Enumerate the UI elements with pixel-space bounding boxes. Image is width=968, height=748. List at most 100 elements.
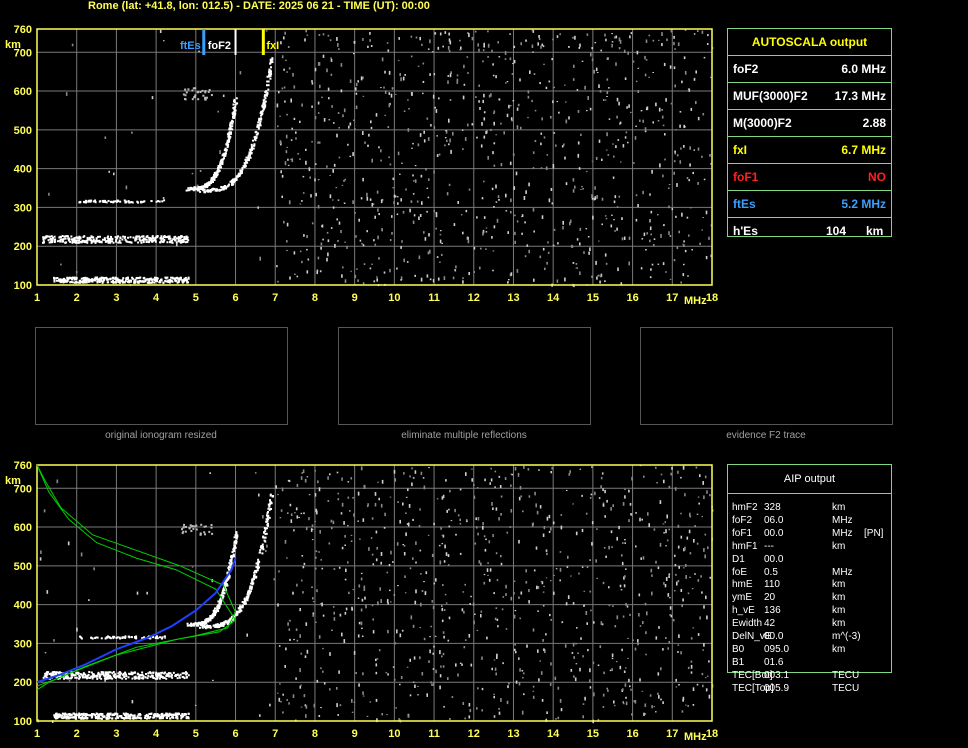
ftEs-marker-label: ftEs xyxy=(180,40,201,52)
x-tick-label: 1 xyxy=(34,292,40,304)
aip-row-tec-bot-: TEC[Bot] 003.1 TECU xyxy=(732,670,890,682)
x-tick-label: 4 xyxy=(153,292,160,304)
x-tick-label: 11 xyxy=(428,292,440,304)
autoscala-value: 6.0 MHz xyxy=(841,62,886,76)
y-tick-label: 400 xyxy=(14,600,32,612)
y-unit-label: km xyxy=(5,39,21,51)
x-tick-label: 11 xyxy=(428,728,440,740)
x-tick-label: 13 xyxy=(507,728,519,740)
autoscala-label: MUF(3000)F2 xyxy=(733,89,808,103)
ionogram-top: 1 2 3 4 5 6 7 8 9 10 11 12 13 14 15 16 17 18MHz1002003004… xyxy=(5,24,718,307)
aip-row-tec-top-: TEC[Top] 005.9 TECU xyxy=(732,683,890,695)
autoscala-value: 17.3 MHz xyxy=(834,89,886,103)
aip-row-hmf1: hmF1 --- km xyxy=(732,541,890,553)
y-tick-label: 600 xyxy=(14,86,32,98)
x-tick-label: 5 xyxy=(193,728,199,740)
fxI-marker-label: fxI xyxy=(266,40,279,52)
y-tick-label: 500 xyxy=(14,561,32,573)
caption-f2-trace: evidence F2 trace xyxy=(726,430,806,441)
aip-label: B1 xyxy=(732,656,745,668)
aip-value: 01.6 xyxy=(764,656,784,668)
autoscala-row-fxi: fxI 6.7 MHz xyxy=(728,137,891,164)
aip-row-ewidth: Ewidth 42 km xyxy=(732,618,890,630)
thumbnail-original xyxy=(35,327,288,425)
aip-unit: MHz xyxy=(832,566,853,578)
x-tick-label: 6 xyxy=(232,292,238,304)
aip-label: foF1 xyxy=(732,527,753,539)
autoscala-value: 5.2 MHz xyxy=(841,197,886,211)
x-tick-label: 6 xyxy=(232,728,238,740)
x-tick-label: 16 xyxy=(626,292,638,304)
x-tick-label: 5 xyxy=(193,292,199,304)
aip-value: 06.0 xyxy=(764,514,784,526)
y-tick-label: 500 xyxy=(14,125,32,137)
aip-row-b0: B0 095.0 km xyxy=(732,644,890,656)
aip-value: 110 xyxy=(764,579,780,591)
aip-value: 00.0 xyxy=(764,631,784,642)
x-tick-label: 15 xyxy=(587,292,599,304)
autoscala-row-fof1: foF1 NO xyxy=(728,164,891,191)
y-tick-label: 200 xyxy=(14,677,32,689)
autoscala-row-h-es: h'Es 104 km xyxy=(728,218,891,244)
aip-label: hmF2 xyxy=(732,502,758,513)
aip-row-hmf2: hmF2 328 km xyxy=(732,502,890,514)
aip-unit: km xyxy=(832,592,846,604)
caption-original: original ionogram resized xyxy=(105,430,217,441)
y-tick-label: 300 xyxy=(14,638,32,650)
aip-value: 328 xyxy=(764,502,781,513)
autoscala-label: M(3000)F2 xyxy=(733,116,792,130)
aip-unit: km xyxy=(832,605,846,617)
aip-label: ymE xyxy=(732,592,752,604)
aip-value: 095.0 xyxy=(764,643,790,655)
autoscala-label: foF1 xyxy=(733,170,759,184)
x-tick-label: 17 xyxy=(666,292,678,304)
autoscala-label: fxI xyxy=(733,143,748,157)
autoscala-value: NO xyxy=(868,170,886,184)
aip-unit: MHz xyxy=(832,514,853,526)
x-tick-label: 1 xyxy=(34,728,40,740)
autoscala-unit: km xyxy=(866,224,884,238)
x-tick-label: 18 xyxy=(706,292,718,304)
x-tick-label: 2 xyxy=(74,728,80,740)
aip-label: B0 xyxy=(732,643,745,655)
aip-label: foF2 xyxy=(732,514,753,526)
aip-unit: m^(-3) xyxy=(832,631,861,642)
aip-panel: AIP output hmF2 328 km foF2 06.0 MHz foF1 00.0 M… xyxy=(727,464,892,694)
y-tick-label: 200 xyxy=(14,241,32,253)
aip-unit: km xyxy=(832,579,846,591)
aip-unit: TECU xyxy=(832,669,860,681)
y-tick-label: 100 xyxy=(14,280,32,292)
aip-label: hmF1 xyxy=(732,540,758,552)
x-tick-label: 8 xyxy=(312,292,318,304)
thumbnail-eliminate-reflections xyxy=(338,327,591,425)
aip-unit: TECU xyxy=(832,682,860,694)
aip-unit: km xyxy=(832,502,846,513)
x-tick-label: 10 xyxy=(388,292,400,304)
aip-extra: [PN] xyxy=(864,527,884,539)
y-tick-label: 760 xyxy=(14,460,32,472)
aip-row-d1: D1 00.0 xyxy=(732,554,890,566)
aip-value: --- xyxy=(764,540,774,552)
aip-title: AIP output xyxy=(728,465,891,494)
autoscala-value: 2.88 xyxy=(862,116,886,130)
aip-value: 00.0 xyxy=(764,527,784,539)
aip-label: foE xyxy=(732,566,748,578)
x-tick-label: 3 xyxy=(113,292,119,304)
aip-unit: MHz xyxy=(832,527,853,539)
autoscala-panel: AUTOSCALA output foF2 6.0 MHz MUF(3000)F2 1… xyxy=(727,28,892,238)
autoscala-row-muf-3000-f2: MUF(3000)F2 17.3 MHz xyxy=(728,83,891,110)
x-tick-label: 12 xyxy=(468,728,480,740)
aip-row-hme: hmE 110 km xyxy=(732,579,890,591)
x-unit-label: MHz xyxy=(684,295,707,307)
aip-row-yme: ymE 20 km xyxy=(732,592,890,604)
aip-unit: km xyxy=(832,540,846,552)
y-tick-label: 760 xyxy=(14,24,32,36)
y-tick-label: 600 xyxy=(14,522,32,534)
x-tick-label: 13 xyxy=(507,292,519,304)
x-tick-label: 10 xyxy=(388,728,400,740)
autoscala-row-fof2: foF2 6.0 MHz xyxy=(728,56,891,83)
aip-value: 005.9 xyxy=(764,682,790,694)
x-tick-label: 18 xyxy=(706,728,718,740)
autoscala-label: h'Es xyxy=(733,224,758,238)
aip-row-deln-ve: DelN_vE 00.0 m^(-3) xyxy=(732,631,890,643)
